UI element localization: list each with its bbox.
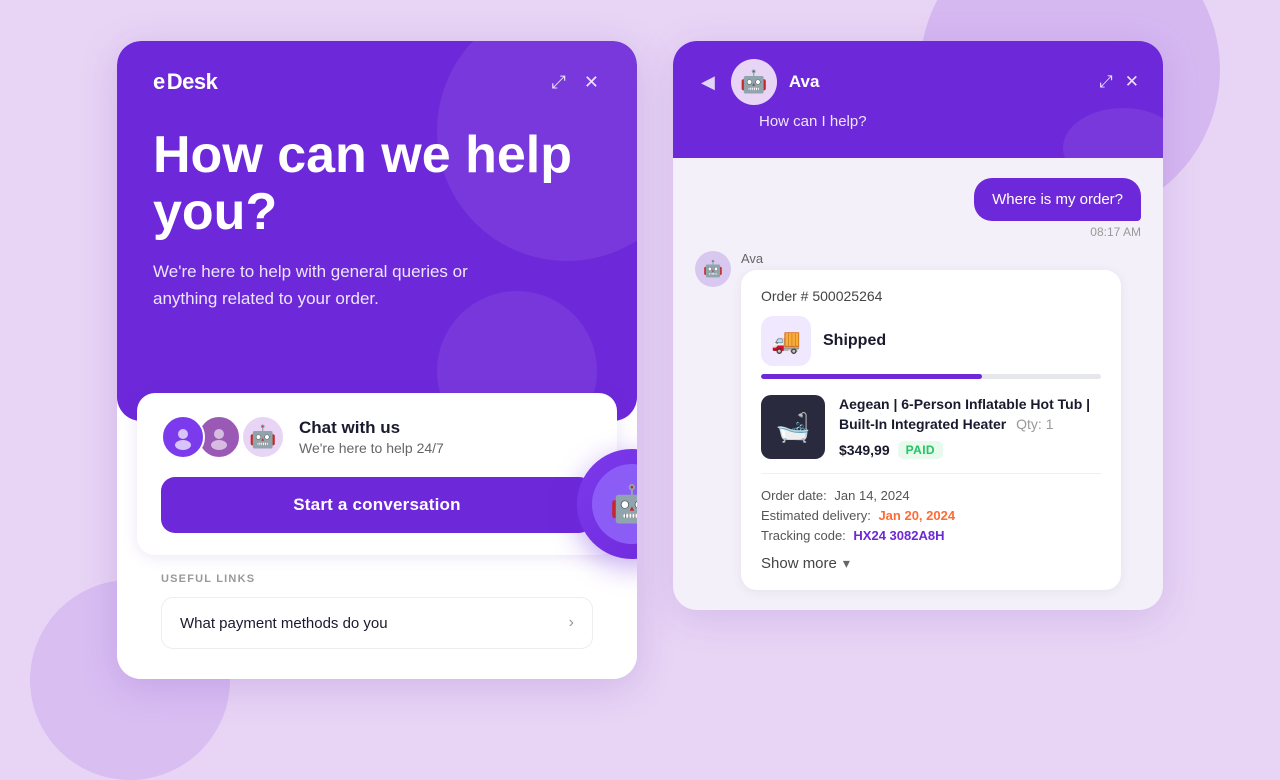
show-more-chevron-icon: ▾: [843, 555, 850, 572]
chat-card-title: Chat with us: [299, 418, 444, 438]
show-more-row[interactable]: Show more ▾: [761, 555, 1101, 572]
progress-bar: [761, 374, 1101, 379]
avatar-3: 🤖: [241, 415, 285, 459]
useful-links-label: USEFUL LINKS: [161, 573, 593, 585]
order-product-row: 🛁 Aegean | 6-Person Inflatable Hot Tub |…: [761, 395, 1101, 474]
chat-body: Where is my order? 08:17 AM 🤖 Ava Order …: [673, 158, 1163, 610]
order-date-row: Order date: Jan 14, 2024: [761, 488, 1101, 503]
agent-message: 🤖 Ava Order # 500025264 🚚 Shipped: [695, 251, 1141, 590]
agent-name: Ava: [789, 72, 820, 92]
chat-header-top: ◀ 🤖 Ava ⤢ ✕: [697, 59, 1139, 105]
chat-expand-button[interactable]: ⤢: [1099, 72, 1113, 92]
user-message: Where is my order? 08:17 AM: [695, 178, 1141, 239]
start-conversation-button[interactable]: Start a conversation: [161, 477, 593, 533]
chat-card-top: 🤖 Chat with us We're here to help 24/7: [161, 415, 593, 459]
product-price: $349,99: [839, 442, 890, 458]
agent-msg-avatar: 🤖: [695, 251, 731, 287]
hero-section: eDesk ⤢ ✕ How can we help you? We're her…: [117, 41, 637, 421]
chat-header-subtitle: How can I help?: [759, 113, 1139, 130]
left-bottom: 🤖 Chat with us We're here to help 24/7 S…: [117, 393, 637, 679]
agent-message-content: Ava Order # 500025264 🚚 Shipped 🛁: [741, 251, 1121, 590]
link-item-text: What payment methods do you: [180, 615, 388, 632]
order-number: Order # 500025264: [761, 288, 1101, 304]
user-bubble: Where is my order?: [974, 178, 1141, 221]
agent-avatar: 🤖: [731, 59, 777, 105]
tracking-row: Tracking code: HX24 3082A8H: [761, 528, 1101, 543]
back-button[interactable]: ◀: [697, 72, 719, 93]
avatar-group: 🤖: [161, 415, 285, 459]
bot-inner: 🤖: [592, 464, 637, 544]
chat-header: ◀ 🤖 Ava ⤢ ✕ How can I help?: [673, 41, 1163, 158]
useful-link-item[interactable]: What payment methods do you ›: [161, 597, 593, 649]
show-more-text: Show more: [761, 555, 837, 572]
product-image: 🛁: [761, 395, 825, 459]
chevron-right-icon: ›: [569, 614, 574, 632]
logo-bar: eDesk ⤢ ✕: [153, 69, 601, 95]
bot-face-icon: 🤖: [610, 483, 637, 525]
logo-name: Desk: [167, 69, 218, 95]
chat-header-left: ◀ 🤖 Ava: [697, 59, 819, 105]
chat-close-button[interactable]: ✕: [1125, 72, 1139, 92]
chat-card: 🤖 Chat with us We're here to help 24/7 S…: [137, 393, 617, 555]
header-icons: ⤢ ✕: [550, 71, 602, 93]
close-button[interactable]: ✕: [582, 71, 601, 93]
agent-msg-name: Ava: [741, 251, 1121, 266]
product-info: Aegean | 6-Person Inflatable Hot Tub | B…: [839, 395, 1101, 458]
order-details: Order date: Jan 14, 2024 Estimated deliv…: [761, 488, 1101, 543]
tracking-code: HX24 3082A8H: [853, 528, 944, 543]
logo: eDesk: [153, 69, 217, 95]
order-card: Order # 500025264 🚚 Shipped 🛁: [741, 270, 1121, 590]
shipped-label: Shipped: [823, 332, 886, 350]
progress-fill: [761, 374, 982, 379]
left-panel: eDesk ⤢ ✕ How can we help you? We're her…: [117, 41, 637, 679]
useful-links-section: USEFUL LINKS What payment methods do you…: [137, 555, 617, 659]
expand-button[interactable]: ⤢: [550, 71, 568, 93]
message-time: 08:17 AM: [1090, 225, 1141, 239]
order-status-row: 🚚 Shipped: [761, 316, 1101, 366]
avatar-1: [161, 415, 205, 459]
chat-info: Chat with us We're here to help 24/7: [299, 418, 444, 456]
truck-icon: 🚚: [761, 316, 811, 366]
product-name: Aegean | 6-Person Inflatable Hot Tub | B…: [839, 395, 1101, 434]
chat-card-subtitle: We're here to help 24/7: [299, 440, 444, 456]
delivery-row: Estimated delivery: Jan 20, 2024: [761, 508, 1101, 523]
product-qty: Qty: 1: [1016, 416, 1053, 432]
logo-e: e: [153, 69, 165, 95]
hero-title: How can we help you?: [153, 127, 601, 241]
main-container: eDesk ⤢ ✕ How can we help you? We're her…: [117, 41, 1163, 679]
paid-badge: PAID: [898, 441, 943, 459]
delivery-date: Jan 20, 2024: [878, 508, 955, 523]
hero-subtitle: We're here to help with general queries …: [153, 259, 533, 312]
right-panel: ◀ 🤖 Ava ⤢ ✕ How can I help? Where is my …: [673, 41, 1163, 610]
product-price-row: $349,99 PAID: [839, 441, 1101, 459]
chat-header-icons: ⤢ ✕: [1099, 72, 1139, 92]
